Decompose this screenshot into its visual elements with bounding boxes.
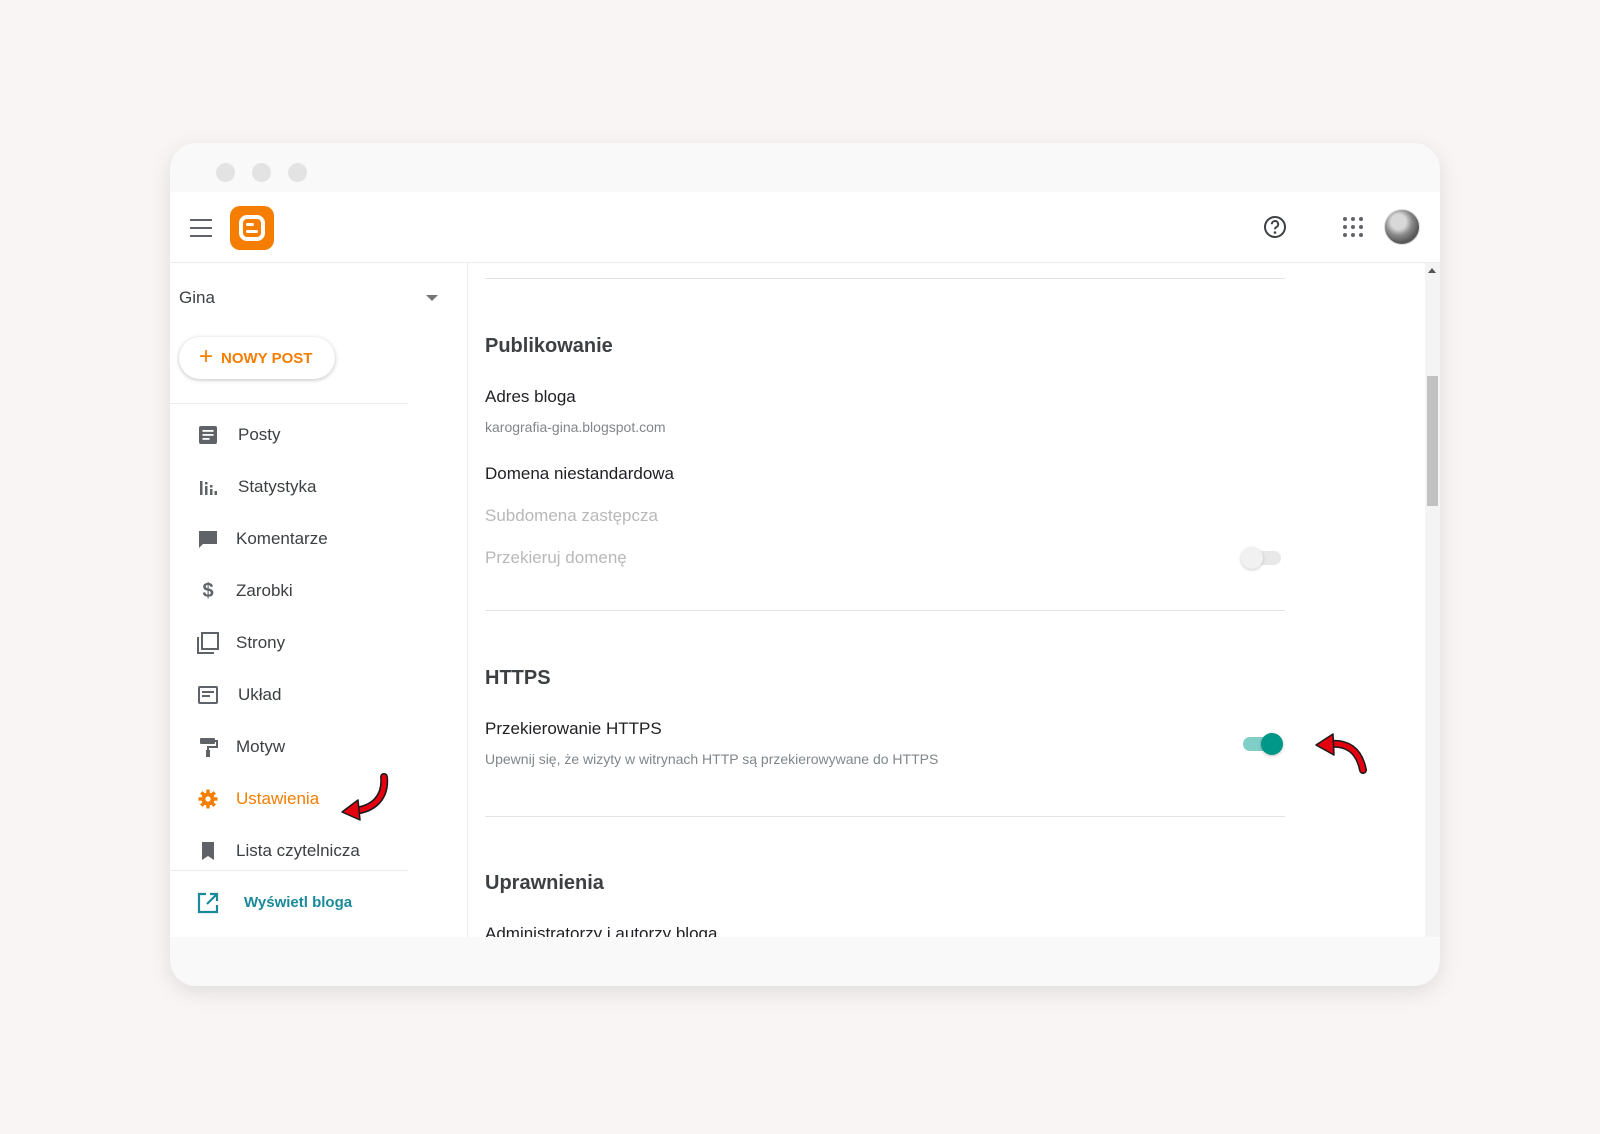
sidebar-divider [170,870,408,871]
section-divider [485,610,1285,611]
view-blog-link[interactable]: Wyświetl bloga [170,883,460,923]
sidebar-item-posts[interactable]: Posty [170,415,460,455]
sidebar-item-theme[interactable]: Motyw [170,727,460,767]
dollar-icon: $ [202,579,214,602]
stats-icon [196,475,220,499]
top-bar [170,192,1440,263]
caret-down-icon [426,295,438,301]
window-close-dot[interactable] [216,163,235,182]
settings-content: Publikowanie Adres bloga karografia-gina… [469,263,1425,937]
blogger-logo[interactable] [230,206,274,250]
gear-icon [196,787,220,811]
blog-selector[interactable]: Gina [179,285,449,311]
sidebar-item-label: Statystyka [238,477,317,496]
apps-grid-icon[interactable] [1340,214,1366,240]
redirect-domain-toggle[interactable] [1241,546,1285,570]
pages-icon [196,631,220,655]
section-divider [485,278,1285,279]
avatar[interactable] [1384,209,1420,245]
https-redirect-toggle[interactable] [1241,732,1285,756]
https-redirect-description: Upewnij się, że wizyty w witrynach HTTP … [485,751,939,767]
new-post-label: NOWY POST [221,349,313,367]
admins-authors-label[interactable]: Administratorzy i autorzy bloga [485,924,717,937]
posts-icon [196,423,220,447]
sidebar-item-label: Motyw [236,737,286,756]
sidebar-item-settings[interactable]: Ustawienia [170,779,460,819]
annotation-arrow-icon [341,773,389,821]
plus-icon: + [199,343,214,370]
sidebar-item-comments[interactable]: Komentarze [170,519,460,559]
publishing-title: Publikowanie [485,335,613,357]
blog-address-value: karografia-gina.blogspot.com [485,419,666,435]
sidebar-item-label: Zarobki [236,581,293,600]
redirect-domain-label: Przekieruj domenę [485,548,627,567]
window-controls [216,163,307,182]
fallback-subdomain-label: Subdomena zastępcza [485,506,658,525]
scrollbar[interactable] [1425,263,1440,937]
sidebar-item-label: Lista czytelnicza [236,841,360,860]
new-post-button[interactable]: + NOWY POST [179,337,335,379]
permissions-title: Uprawnienia [485,872,604,894]
window-maximize-dot[interactable] [288,163,307,182]
menu-icon[interactable] [188,217,214,239]
comments-icon [196,527,220,551]
blog-address-label[interactable]: Adres bloga [485,387,576,407]
sidebar-item-label: Komentarze [236,529,328,548]
blogger-app: Gina + NOWY POST Posty Statystyka Koment… [170,192,1440,937]
layout-icon [196,683,220,707]
https-title: HTTPS [485,667,551,689]
sidebar-item-reading-list[interactable]: Lista czytelnicza [170,831,460,871]
annotation-arrow-icon [1315,733,1367,774]
sidebar-item-earnings[interactable]: $ Zarobki [170,571,460,611]
https-redirect-label[interactable]: Przekierowanie HTTPS [485,719,662,739]
scroll-thumb[interactable] [1427,376,1438,506]
sidebar: Gina + NOWY POST Posty Statystyka Koment… [170,263,468,937]
sidebar-item-layout[interactable]: Układ [170,675,460,715]
sidebar-item-label: Układ [238,685,282,704]
sidebar-item-label: Posty [238,425,281,444]
external-link-icon [196,891,220,915]
sidebar-item-stats[interactable]: Statystyka [170,467,460,507]
view-blog-label: Wyświetl bloga [244,894,353,911]
browser-window: Gina + NOWY POST Posty Statystyka Koment… [170,143,1440,986]
bookmark-icon [196,839,220,863]
help-icon[interactable] [1260,212,1290,242]
section-divider [485,816,1285,817]
sidebar-item-label: Strony [236,633,286,652]
sidebar-item-label: Ustawienia [236,789,320,808]
scroll-up-arrow-icon[interactable] [1428,268,1436,273]
blog-name: Gina [179,288,215,307]
paint-roller-icon [196,735,220,759]
sidebar-divider [170,403,408,404]
window-minimize-dot[interactable] [252,163,271,182]
custom-domain-label[interactable]: Domena niestandardowa [485,464,674,484]
sidebar-item-pages[interactable]: Strony [170,623,460,663]
